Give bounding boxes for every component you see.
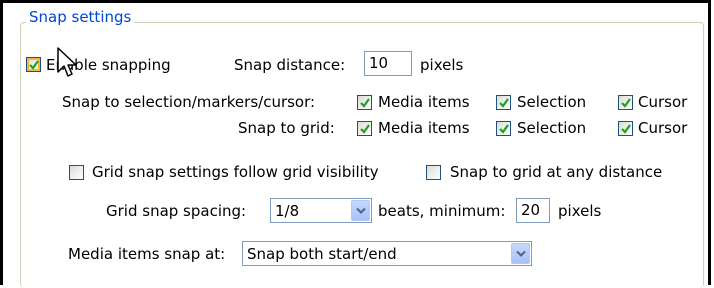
grid-spacing-label: Grid snap spacing: xyxy=(106,202,247,220)
snap-grid-media-items-label[interactable]: Media items xyxy=(378,118,470,138)
snap-grid-media-items-checkbox[interactable] xyxy=(357,121,372,136)
checkmark-icon xyxy=(499,98,509,108)
grid-minimum-unit: pixels xyxy=(558,202,602,220)
checkmark-icon xyxy=(360,98,370,108)
panel-top-border xyxy=(0,0,711,3)
mouse-pointer-icon xyxy=(57,47,77,77)
snap-selection-selection-checkbox[interactable] xyxy=(496,95,511,110)
snap-grid-cursor-checkbox[interactable] xyxy=(618,121,633,136)
chevron-down-icon xyxy=(356,207,366,214)
checkmark-icon xyxy=(360,124,370,134)
grid-spacing-select[interactable]: 1/8 xyxy=(270,198,372,223)
media-snap-value: Snap both start/end xyxy=(247,245,397,263)
snap-selection-cursor-label[interactable]: Cursor xyxy=(638,92,687,112)
chevron-down-icon xyxy=(516,250,526,257)
media-snap-dropdown-button[interactable] xyxy=(511,243,530,264)
grid-spacing-suffix: beats, minimum: xyxy=(378,202,506,220)
checkmark-icon xyxy=(621,98,631,108)
checkmark-icon xyxy=(621,124,631,134)
media-snap-label: Media items snap at: xyxy=(68,245,226,263)
grid-spacing-dropdown-button[interactable] xyxy=(351,200,370,221)
groupbox-title: Snap settings xyxy=(26,6,135,28)
grid-any-distance-checkbox[interactable] xyxy=(426,165,441,180)
grid-minimum-input[interactable]: 20 xyxy=(516,198,550,223)
media-snap-select[interactable]: Snap both start/end xyxy=(242,241,532,266)
checkmark-icon xyxy=(29,60,39,70)
snap-selection-selection-label[interactable]: Selection xyxy=(517,92,586,112)
snap-to-selection-label: Snap to selection/markers/cursor: xyxy=(62,93,316,111)
snap-grid-cursor-label[interactable]: Cursor xyxy=(638,118,687,138)
snap-selection-cursor-checkbox[interactable] xyxy=(618,95,633,110)
snap-to-grid-label: Snap to grid: xyxy=(238,119,335,137)
snap-grid-selection-checkbox[interactable] xyxy=(496,121,511,136)
enable-snapping-checkbox[interactable] xyxy=(26,57,41,72)
snap-distance-unit: pixels xyxy=(420,56,464,74)
grid-follow-visibility-checkbox[interactable] xyxy=(69,165,84,180)
grid-any-distance-label[interactable]: Snap to grid at any distance xyxy=(450,162,662,182)
snap-distance-input[interactable]: 10 xyxy=(364,51,412,76)
snap-selection-media-items-label[interactable]: Media items xyxy=(378,92,470,112)
snap-distance-label: Snap distance: xyxy=(234,56,346,74)
snap-selection-media-items-checkbox[interactable] xyxy=(357,95,372,110)
grid-follow-visibility-label[interactable]: Grid snap settings follow grid visibilit… xyxy=(92,162,379,182)
snap-grid-selection-label[interactable]: Selection xyxy=(517,118,586,138)
checkmark-icon xyxy=(499,124,509,134)
grid-spacing-value: 1/8 xyxy=(275,202,300,220)
